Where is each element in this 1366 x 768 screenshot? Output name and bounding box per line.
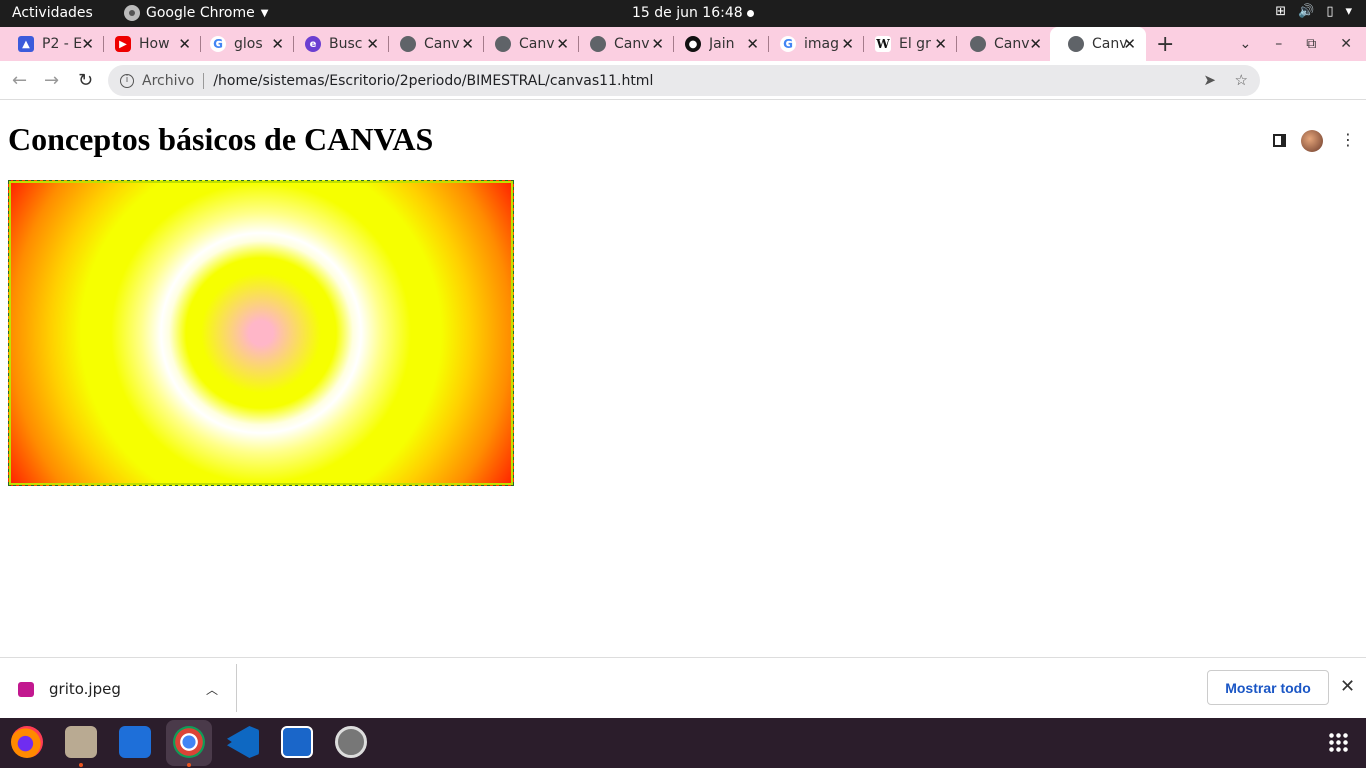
send-icon[interactable]: ➤ <box>1203 71 1216 89</box>
restore-icon[interactable]: ⧉ <box>1306 36 1316 52</box>
close-tab-icon[interactable]: ✕ <box>934 35 947 53</box>
app-menu[interactable]: Google Chrome ▼ <box>124 5 268 21</box>
tab[interactable]: Canv ✕ <box>952 27 1052 61</box>
firefox-icon[interactable] <box>11 726 43 758</box>
globe-icon <box>970 36 986 52</box>
info-icon[interactable]: i <box>120 73 134 88</box>
tab-title: glos <box>234 36 263 52</box>
side-panel-icon[interactable] <box>1273 134 1286 147</box>
image-file-icon <box>18 681 34 697</box>
radial-gradient-canvas <box>8 180 514 486</box>
download-item[interactable]: grito.jpeg ︿ <box>18 680 218 698</box>
battery-icon[interactable]: ▯ <box>1326 4 1333 19</box>
profile-avatar[interactable] <box>1301 130 1323 152</box>
globe-icon <box>495 36 511 52</box>
wikipedia-icon: W <box>875 36 891 52</box>
close-tab-icon[interactable]: ✕ <box>178 35 191 53</box>
app-grid-icon[interactable] <box>1328 732 1348 752</box>
system-top-bar: Actividades Google Chrome ▼ 15 de jun 16… <box>0 0 1366 27</box>
close-tab-icon[interactable]: ✕ <box>556 35 569 53</box>
chevron-up-icon[interactable]: ︿ <box>206 681 218 698</box>
close-tab-icon[interactable]: ✕ <box>366 35 379 53</box>
github-icon: ● <box>685 36 701 52</box>
dock <box>0 718 1366 768</box>
tab[interactable]: W El gr ✕ <box>857 27 957 61</box>
tab-title: Canv <box>519 36 555 52</box>
page-title: Conceptos básicos de CANVAS <box>8 121 434 157</box>
globe-icon <box>1068 36 1084 52</box>
tab-title: Canv <box>614 36 650 52</box>
p2-icon: ▲ <box>18 36 34 52</box>
address-bar[interactable]: i Archivo /home/sistemas/Escritorio/2per… <box>108 65 1260 96</box>
chrome-icon[interactable] <box>173 726 205 767</box>
close-window-icon[interactable]: ✕ <box>1340 36 1352 52</box>
tab-title: El gr <box>899 36 931 52</box>
tab-title: Canv <box>994 36 1030 52</box>
tab-title: Canv <box>424 36 460 52</box>
globe-icon <box>590 36 606 52</box>
close-download-bar-icon[interactable]: ✕ <box>1340 676 1355 697</box>
reload-icon[interactable]: ↻ <box>78 70 93 91</box>
caret-down-icon: ▼ <box>260 7 269 19</box>
volume-icon[interactable]: 🔊 <box>1298 4 1314 19</box>
close-tab-icon[interactable]: ✕ <box>841 35 854 53</box>
show-all-button[interactable]: Mostrar todo <box>1207 670 1329 705</box>
software-updater-icon[interactable] <box>335 726 367 758</box>
forward-arrow-icon[interactable]: → <box>44 70 59 91</box>
close-tab-icon[interactable]: ✕ <box>81 35 94 53</box>
tab-title: P2 - E <box>42 36 83 52</box>
minimize-icon[interactable]: – <box>1275 36 1282 52</box>
download-filename[interactable]: grito.jpeg <box>49 680 121 698</box>
tab-title: Canv <box>1092 36 1128 52</box>
tab-title: imag <box>804 36 839 52</box>
window-controls: ⌄ – ⧉ ✕ <box>1240 27 1366 61</box>
app-name: Google Chrome <box>146 5 255 21</box>
divider <box>236 664 237 712</box>
tab-title: Jain <box>709 36 735 52</box>
browser-toolbar: ← → ↻ i Archivo /home/sistemas/Escritori… <box>0 61 1366 152</box>
divider <box>203 72 205 89</box>
close-tab-icon[interactable]: ✕ <box>271 35 284 53</box>
close-tab-icon[interactable]: ✕ <box>1029 35 1042 53</box>
search-site-icon: e <box>305 36 321 52</box>
tab[interactable]: e Busc ✕ <box>287 27 389 61</box>
close-tab-icon[interactable]: ✕ <box>651 35 664 53</box>
tab[interactable]: G imag ✕ <box>762 27 864 61</box>
google-icon: G <box>780 36 796 52</box>
close-tab-icon[interactable]: ✕ <box>1123 35 1136 53</box>
chrome-icon <box>124 5 140 21</box>
tab[interactable]: Canv ✕ <box>382 27 484 61</box>
tab-title: Busc <box>329 36 363 52</box>
tab[interactable]: Canv ✕ <box>572 27 674 61</box>
url-text[interactable]: /home/sistemas/Escritorio/2periodo/BIMES… <box>213 73 653 89</box>
close-tab-icon[interactable]: ✕ <box>461 35 474 53</box>
tab-active[interactable]: Canv ✕ <box>1050 27 1146 61</box>
youtube-icon: ▶ <box>115 36 131 52</box>
download-bar: grito.jpeg ︿ Mostrar todo ✕ <box>0 657 1366 718</box>
system-tray[interactable]: ⊞ 🔊 ▯ ▾ <box>1275 4 1352 19</box>
vscode-icon[interactable] <box>227 726 259 758</box>
google-icon: G <box>210 36 226 52</box>
back-arrow-icon[interactable]: ← <box>12 70 27 91</box>
tab[interactable]: G glos ✕ <box>192 27 294 61</box>
notification-dot-icon <box>747 10 754 17</box>
tab[interactable]: Canv ✕ <box>477 27 579 61</box>
clock[interactable]: 15 de jun 16:48 <box>632 5 743 21</box>
power-menu-icon[interactable]: ▾ <box>1345 4 1352 19</box>
tab[interactable]: ● Jain ✕ <box>667 27 769 61</box>
bookmark-star-icon[interactable]: ☆ <box>1235 71 1248 89</box>
kebab-menu-icon[interactable]: ⋮ <box>1340 130 1356 149</box>
new-tab-plus-icon[interactable]: + <box>1156 32 1174 57</box>
writer-icon[interactable] <box>119 726 151 758</box>
tab[interactable]: ▲ P2 - E ✕ <box>0 27 104 61</box>
tab-search-chevron-icon[interactable]: ⌄ <box>1240 36 1252 52</box>
globe-icon <box>400 36 416 52</box>
tab[interactable]: ▶ How ✕ <box>97 27 201 61</box>
network-icon[interactable]: ⊞ <box>1275 4 1286 19</box>
close-tab-icon[interactable]: ✕ <box>746 35 759 53</box>
activities-button[interactable]: Actividades <box>12 5 93 21</box>
system-monitor-icon[interactable] <box>281 726 313 758</box>
site-info-label[interactable]: Archivo <box>142 73 194 89</box>
files-icon[interactable] <box>65 726 97 767</box>
